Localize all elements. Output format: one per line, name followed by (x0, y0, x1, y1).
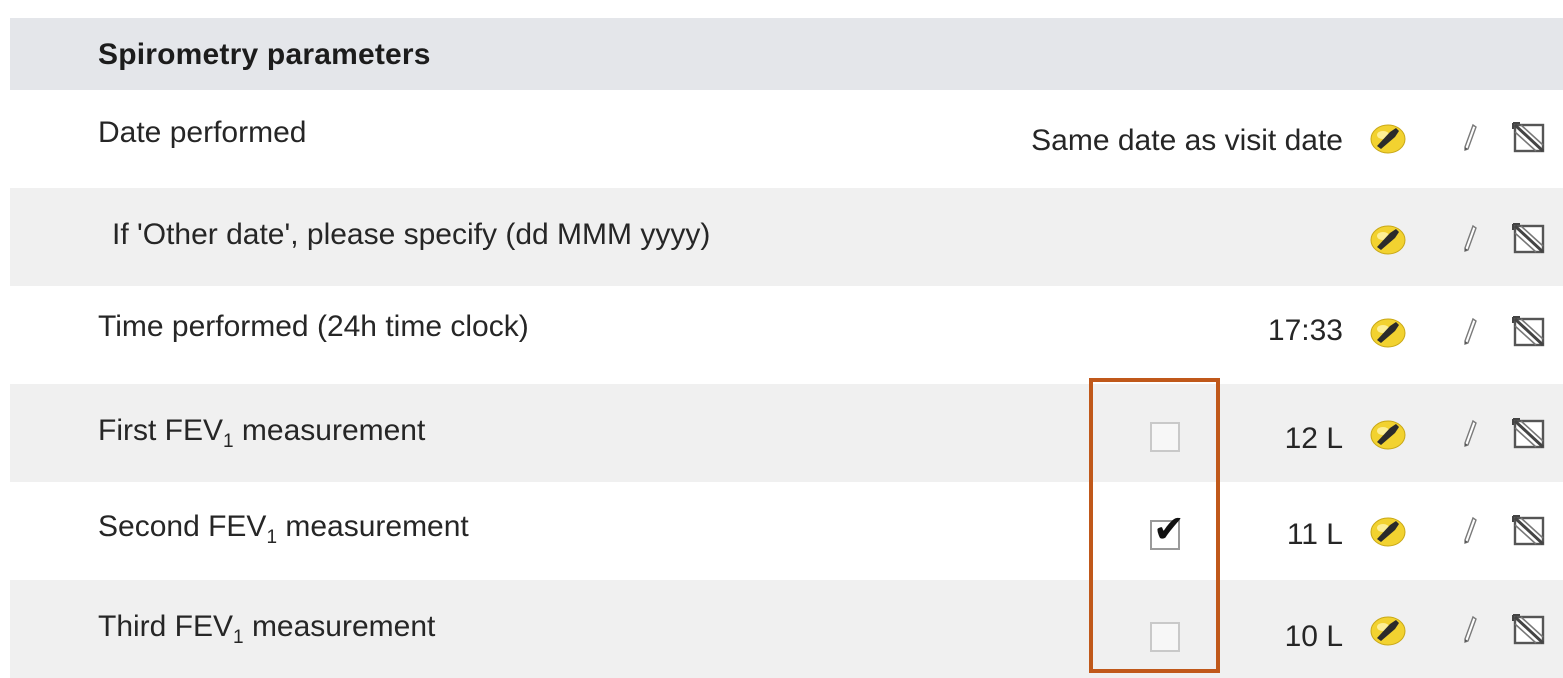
pin-icon[interactable] (1368, 512, 1408, 548)
row-second-fev1: Second FEV1 measurement ✔ 11 L (10, 482, 1563, 580)
row-label: First FEV1 measurement (98, 414, 426, 451)
row-value[interactable]: Same date as visit date (1031, 124, 1343, 158)
select-checkbox-third[interactable] (1150, 622, 1180, 652)
pencil-icon[interactable] (1462, 317, 1478, 347)
section-title: Spirometry parameters (98, 38, 431, 71)
pencil-icon[interactable] (1462, 123, 1478, 153)
row-label: Second FEV1 measurement (98, 510, 469, 547)
pin-icon[interactable] (1368, 313, 1408, 349)
check-mark-icon: ✔ (1153, 507, 1185, 551)
row-date-performed: Date performed Same date as visit date (10, 90, 1563, 188)
clear-icon[interactable] (1512, 613, 1546, 645)
row-label: Third FEV1 measurement (98, 610, 436, 647)
label-text: measurement (243, 610, 436, 643)
label-text: measurement (233, 414, 426, 447)
label-subscript: 1 (233, 627, 244, 648)
row-first-fev1: First FEV1 measurement 12 L (10, 384, 1563, 482)
pin-icon[interactable] (1368, 220, 1408, 256)
label-text: First FEV (98, 414, 223, 447)
pin-icon[interactable] (1368, 119, 1408, 155)
pencil-icon[interactable] (1462, 516, 1478, 546)
label-subscript: 1 (266, 527, 278, 548)
clear-icon[interactable] (1512, 222, 1546, 254)
row-value[interactable]: 12 L (1285, 422, 1343, 456)
spirometry-form: Spirometry parameters Date performed Sam… (0, 0, 1563, 678)
label-subscript: 1 (223, 431, 234, 452)
clear-icon[interactable] (1512, 514, 1546, 546)
row-time-performed: Time performed (24h time clock) 17:33 (10, 286, 1563, 384)
row-value[interactable]: 11 L (1287, 518, 1343, 552)
row-third-fev1: Third FEV1 measurement 10 L (10, 580, 1563, 678)
clear-icon[interactable] (1512, 315, 1546, 347)
pencil-icon[interactable] (1462, 224, 1478, 254)
clear-icon[interactable] (1512, 417, 1546, 449)
pencil-icon[interactable] (1462, 419, 1478, 449)
select-checkbox-first[interactable] (1150, 422, 1180, 452)
row-label: Time performed (24h time clock) (98, 310, 529, 343)
row-other-date: If 'Other date', please specify (dd MMM … (10, 188, 1563, 286)
pencil-icon[interactable] (1462, 615, 1478, 645)
row-value[interactable]: 17:33 (1268, 314, 1343, 348)
label-text: Third FEV (98, 610, 234, 643)
select-checkbox-second[interactable]: ✔ (1150, 510, 1185, 550)
pin-icon[interactable] (1368, 415, 1408, 451)
pin-icon[interactable] (1368, 611, 1408, 647)
row-label: If 'Other date', please specify (dd MMM … (112, 218, 711, 251)
label-text: Second FEV (98, 510, 267, 543)
section-header: Spirometry parameters (10, 18, 1563, 90)
label-text: measurement (277, 510, 469, 543)
row-label: Date performed (98, 116, 307, 149)
clear-icon[interactable] (1512, 121, 1546, 153)
row-value[interactable]: 10 L (1285, 620, 1343, 654)
